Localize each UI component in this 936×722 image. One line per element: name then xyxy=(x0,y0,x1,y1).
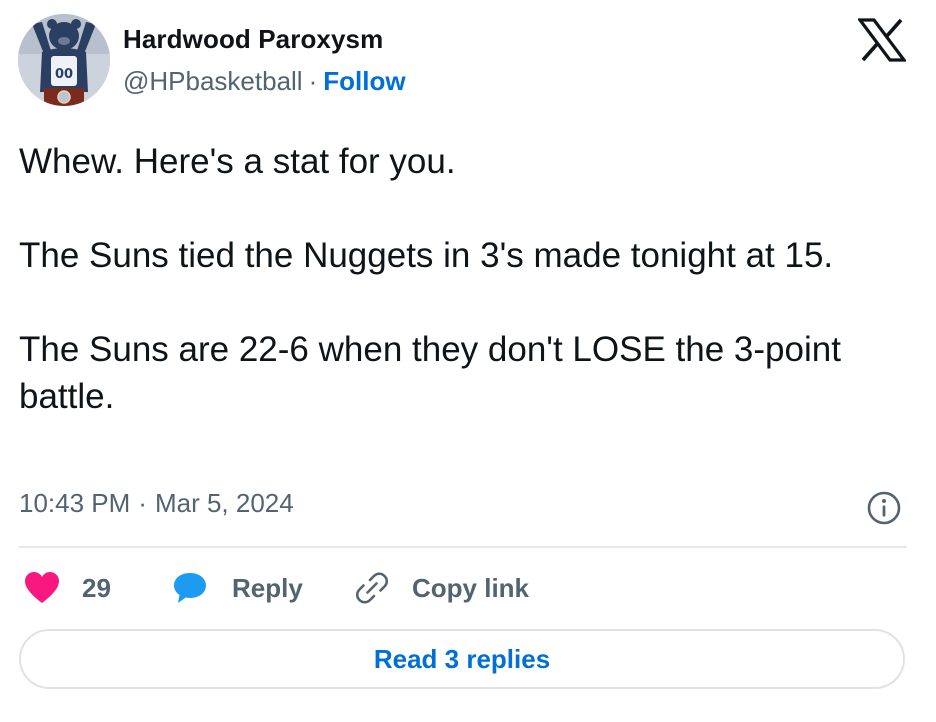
tweet-date: Mar 5, 2024 xyxy=(154,488,294,518)
tweet-text: Whew. Here's a stat for you. The Suns ti… xyxy=(19,138,899,420)
tweet-paragraph: The Suns are 22-6 when they don't LOSE t… xyxy=(19,330,841,416)
speech-bubble-icon xyxy=(174,573,206,603)
copy-link-button[interactable]: Copy link xyxy=(354,568,529,608)
read-replies-button[interactable]: Read 3 replies xyxy=(19,629,905,689)
tweet-time: 10:43 PM xyxy=(19,488,131,518)
tweet-paragraph: Whew. Here's a stat for you. xyxy=(19,142,456,181)
tweet-timestamp[interactable]: 10:43 PM · Mar 5, 2024 xyxy=(19,488,294,519)
info-icon[interactable] xyxy=(866,490,902,526)
divider xyxy=(19,546,907,548)
follow-button[interactable]: Follow xyxy=(323,66,405,96)
heart-icon xyxy=(25,572,59,603)
tweet-paragraph: The Suns tied the Nuggets in 3's made to… xyxy=(19,236,834,275)
handle-row: @HPbasketball · Follow xyxy=(123,66,406,97)
like-button[interactable]: 29 xyxy=(24,568,111,608)
author-handle[interactable]: @HPbasketball xyxy=(123,66,303,96)
separator-dot: · xyxy=(138,488,147,518)
avatar-image: 00 xyxy=(18,14,110,106)
x-logo-icon[interactable] xyxy=(856,18,908,62)
reply-label: Reply xyxy=(232,572,303,603)
copy-link-label: Copy link xyxy=(412,572,530,603)
separator-dot: · xyxy=(308,66,318,96)
link-icon xyxy=(355,572,389,604)
embedded-tweet-card: 00 Hardwood Paroxysm @HPbasketball · Follo… xyxy=(0,0,936,722)
avatar-jersey-number: 00 xyxy=(55,67,73,82)
avatar[interactable]: 00 xyxy=(18,14,110,106)
author-name[interactable]: Hardwood Paroxysm xyxy=(123,24,383,55)
reply-button[interactable]: Reply xyxy=(172,568,303,608)
like-count: 29 xyxy=(82,572,111,603)
